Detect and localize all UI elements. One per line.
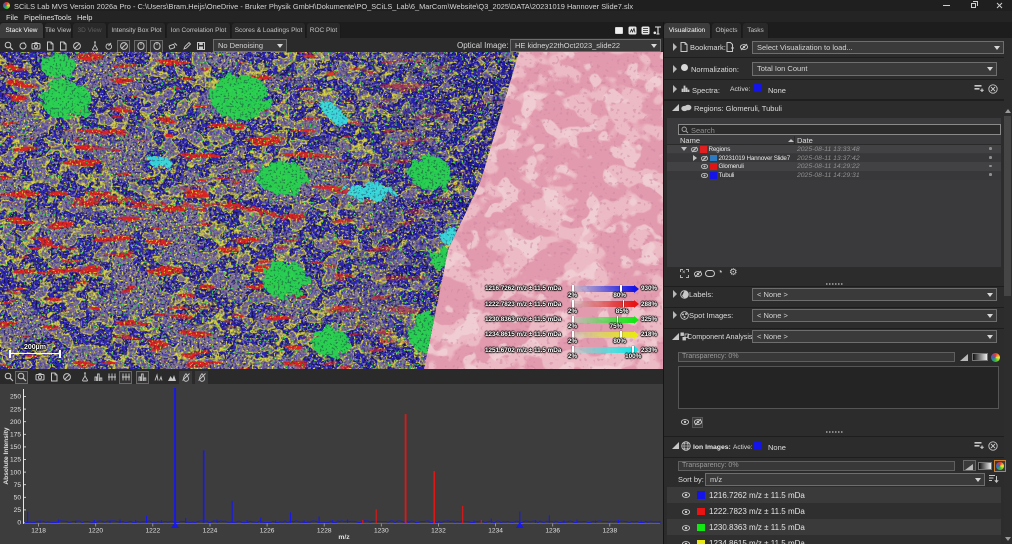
svg-text:225: 225 <box>10 406 21 413</box>
svg-text:50: 50 <box>14 495 22 502</box>
svg-text:m/z: m/z <box>338 534 350 541</box>
svg-text:1222: 1222 <box>145 528 160 535</box>
svg-text:1224: 1224 <box>203 528 218 535</box>
svg-text:1238: 1238 <box>602 528 617 535</box>
svg-text:125: 125 <box>10 457 21 464</box>
svg-text:0: 0 <box>17 520 21 527</box>
svg-text:Absolute Intensity: Absolute Intensity <box>3 427 10 484</box>
svg-text:75: 75 <box>14 482 22 489</box>
svg-text:1218: 1218 <box>31 528 46 535</box>
svg-text:1230: 1230 <box>374 528 389 535</box>
svg-text:25: 25 <box>14 507 22 514</box>
svg-text:1236: 1236 <box>545 528 560 535</box>
svg-text:175: 175 <box>10 432 21 439</box>
svg-text:250: 250 <box>10 394 21 401</box>
svg-text:1228: 1228 <box>317 528 332 535</box>
svg-text:1226: 1226 <box>260 528 275 535</box>
svg-text:1220: 1220 <box>88 528 103 535</box>
svg-text:100: 100 <box>10 469 21 476</box>
svg-text:1234: 1234 <box>488 528 503 535</box>
svg-text:200: 200 <box>10 419 21 426</box>
svg-text:150: 150 <box>10 444 21 451</box>
svg-text:1232: 1232 <box>431 528 446 535</box>
